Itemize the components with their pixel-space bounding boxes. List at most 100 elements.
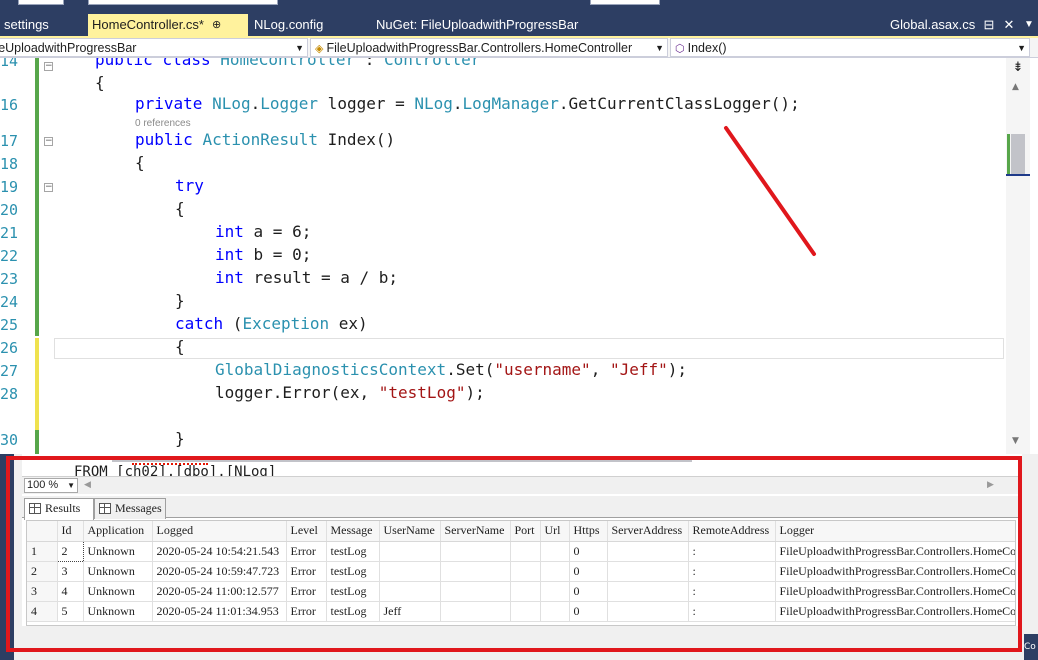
project-dropdown[interactable]: FileUploadwithProgressBar ▼ bbox=[0, 38, 308, 57]
toolbar-combo[interactable] bbox=[18, 0, 64, 5]
tab-settings[interactable]: settings bbox=[0, 14, 88, 36]
table-cell[interactable] bbox=[540, 601, 570, 622]
table-cell[interactable] bbox=[379, 561, 441, 582]
collapse-icon[interactable]: − bbox=[44, 62, 53, 71]
table-cell[interactable]: Unknown bbox=[83, 561, 153, 582]
column-header-port[interactable]: Port bbox=[510, 521, 541, 542]
editor-vertical-scrollbar[interactable]: ⇟ ▲ ▼ bbox=[1006, 58, 1030, 454]
collapse-icon[interactable]: − bbox=[44, 137, 53, 146]
column-header-serveraddress[interactable]: ServerAddress bbox=[607, 521, 689, 542]
split-window-icon[interactable]: ⇟ bbox=[1010, 60, 1026, 76]
table-cell[interactable]: : bbox=[688, 561, 776, 582]
table-cell[interactable]: Jeff bbox=[379, 601, 441, 622]
column-header-level[interactable]: Level bbox=[286, 521, 327, 542]
table-cell[interactable] bbox=[510, 601, 541, 622]
row-number[interactable]: 2 bbox=[27, 561, 58, 582]
scroll-up-icon[interactable]: ▲ bbox=[1012, 82, 1019, 92]
column-header-id[interactable]: Id bbox=[57, 521, 84, 542]
table-cell[interactable] bbox=[440, 561, 511, 582]
tab-homecontroller[interactable]: HomeController.cs* ⊕ bbox=[88, 14, 248, 36]
column-header-logged[interactable]: Logged bbox=[152, 521, 287, 542]
table-cell[interactable] bbox=[379, 581, 441, 602]
table-cell[interactable]: Error bbox=[286, 561, 327, 582]
table-cell[interactable] bbox=[440, 601, 511, 622]
table-cell[interactable] bbox=[440, 541, 511, 562]
table-cell[interactable]: 0 bbox=[569, 561, 608, 582]
table-cell[interactable] bbox=[440, 581, 511, 602]
table-cell[interactable]: 3 bbox=[57, 561, 84, 582]
table-cell[interactable]: Unknown bbox=[83, 601, 153, 622]
column-header-message[interactable]: Message bbox=[326, 521, 380, 542]
table-cell[interactable] bbox=[540, 541, 570, 562]
code-lens-references[interactable]: 0 references bbox=[135, 118, 191, 129]
table-cell[interactable] bbox=[510, 561, 541, 582]
results-grid[interactable]: Id Application Logged Level Message User… bbox=[26, 520, 1016, 626]
table-cell[interactable] bbox=[607, 541, 689, 562]
table-cell[interactable] bbox=[540, 561, 570, 582]
scroll-left-icon[interactable]: ◀ bbox=[84, 480, 91, 490]
table-cell[interactable] bbox=[510, 541, 541, 562]
table-cell[interactable]: Unknown bbox=[83, 581, 153, 602]
table-cell[interactable]: : bbox=[688, 601, 776, 622]
table-cell[interactable] bbox=[540, 581, 570, 602]
table-cell[interactable]: : bbox=[688, 541, 776, 562]
column-header[interactable] bbox=[27, 521, 58, 542]
table-cell[interactable]: FileUploadwithProgressBar.Controllers.Ho… bbox=[775, 561, 1015, 582]
tab-nlog-config[interactable]: NLog.config bbox=[250, 14, 366, 36]
toolbar-combo[interactable] bbox=[88, 0, 278, 5]
table-cell[interactable]: testLog bbox=[326, 581, 380, 602]
column-header-servername[interactable]: ServerName bbox=[440, 521, 511, 542]
tab-results[interactable]: Results bbox=[24, 498, 94, 520]
table-cell[interactable]: 0 bbox=[569, 581, 608, 602]
table-cell[interactable] bbox=[379, 541, 441, 562]
zoom-dropdown[interactable]: 100 % ▼ bbox=[24, 478, 78, 493]
table-cell[interactable]: 2020-05-24 11:01:34.953 bbox=[152, 601, 287, 622]
row-number[interactable]: 1 bbox=[27, 541, 58, 562]
scroll-down-icon[interactable]: ▼ bbox=[1012, 436, 1019, 446]
scrollbar-thumb[interactable] bbox=[1011, 134, 1025, 174]
column-header-https[interactable]: Https bbox=[569, 521, 608, 542]
chevron-down-icon[interactable]: ▼ bbox=[1020, 14, 1038, 36]
table-cell[interactable]: FileUploadwithProgressBar.Controllers.Ho… bbox=[775, 601, 1015, 622]
toolbar-combo[interactable] bbox=[590, 0, 660, 5]
table-cell[interactable] bbox=[607, 561, 689, 582]
scroll-right-icon[interactable]: ▶ bbox=[987, 480, 994, 490]
table-cell[interactable]: Error bbox=[286, 541, 327, 562]
table-cell[interactable]: Unknown bbox=[83, 541, 153, 562]
pin-icon[interactable]: ⊕ bbox=[212, 14, 221, 36]
table-cell[interactable]: testLog bbox=[326, 601, 380, 622]
tab-global-asax[interactable]: Global.asax.cs bbox=[886, 14, 982, 36]
table-cell[interactable]: : bbox=[688, 581, 776, 602]
table-cell[interactable]: 2020-05-24 10:59:47.723 bbox=[152, 561, 287, 582]
column-header-application[interactable]: Application bbox=[83, 521, 153, 542]
table-cell[interactable]: 0 bbox=[569, 541, 608, 562]
column-header-remoteaddress[interactable]: RemoteAddress bbox=[688, 521, 776, 542]
table-cell[interactable]: 0 bbox=[569, 601, 608, 622]
table-row[interactable]: 3 4 Unknown 2020-05-24 11:00:12.577 Erro… bbox=[27, 581, 1015, 602]
table-cell[interactable]: Error bbox=[286, 581, 327, 602]
table-cell[interactable] bbox=[510, 581, 541, 602]
table-cell[interactable]: testLog bbox=[326, 561, 380, 582]
tab-messages[interactable]: Messages bbox=[94, 498, 166, 519]
table-cell[interactable] bbox=[607, 601, 689, 622]
class-dropdown[interactable]: ◈ FileUploadwithProgressBar.Controllers.H… bbox=[310, 38, 668, 57]
table-cell[interactable] bbox=[607, 581, 689, 602]
table-row[interactable]: 1 2 Unknown 2020-05-24 10:54:21.543 Erro… bbox=[27, 540, 1015, 562]
table-cell[interactable]: FileUploadwithProgressBar.Controllers.Ho… bbox=[775, 541, 1015, 562]
table-row[interactable]: 4 5 Unknown 2020-05-24 11:01:34.953 Erro… bbox=[27, 601, 1015, 622]
table-cell[interactable]: 5 bbox=[57, 601, 84, 622]
code-editor[interactable]: 14 16 17 18 19 20 21 22 23 24 25 26 27 2… bbox=[0, 58, 1038, 454]
close-icon[interactable]: ✕ bbox=[1000, 14, 1018, 36]
table-cell[interactable]: 2020-05-24 11:00:12.577 bbox=[152, 581, 287, 602]
table-cell[interactable]: 2 bbox=[56, 540, 84, 562]
collapse-icon[interactable]: − bbox=[44, 183, 53, 192]
table-cell[interactable]: Error bbox=[286, 601, 327, 622]
table-cell[interactable]: 4 bbox=[57, 581, 84, 602]
table-cell[interactable]: FileUploadwithProgressBar.Controllers.Ho… bbox=[775, 581, 1015, 602]
row-number[interactable]: 3 bbox=[27, 581, 58, 602]
column-header-logger[interactable]: Logger bbox=[775, 521, 1015, 542]
row-number[interactable]: 4 bbox=[27, 601, 58, 622]
pin-icon[interactable]: ⊟ bbox=[980, 14, 998, 36]
column-header-url[interactable]: Url bbox=[540, 521, 570, 542]
table-cell[interactable]: 2020-05-24 10:54:21.543 bbox=[152, 541, 287, 562]
